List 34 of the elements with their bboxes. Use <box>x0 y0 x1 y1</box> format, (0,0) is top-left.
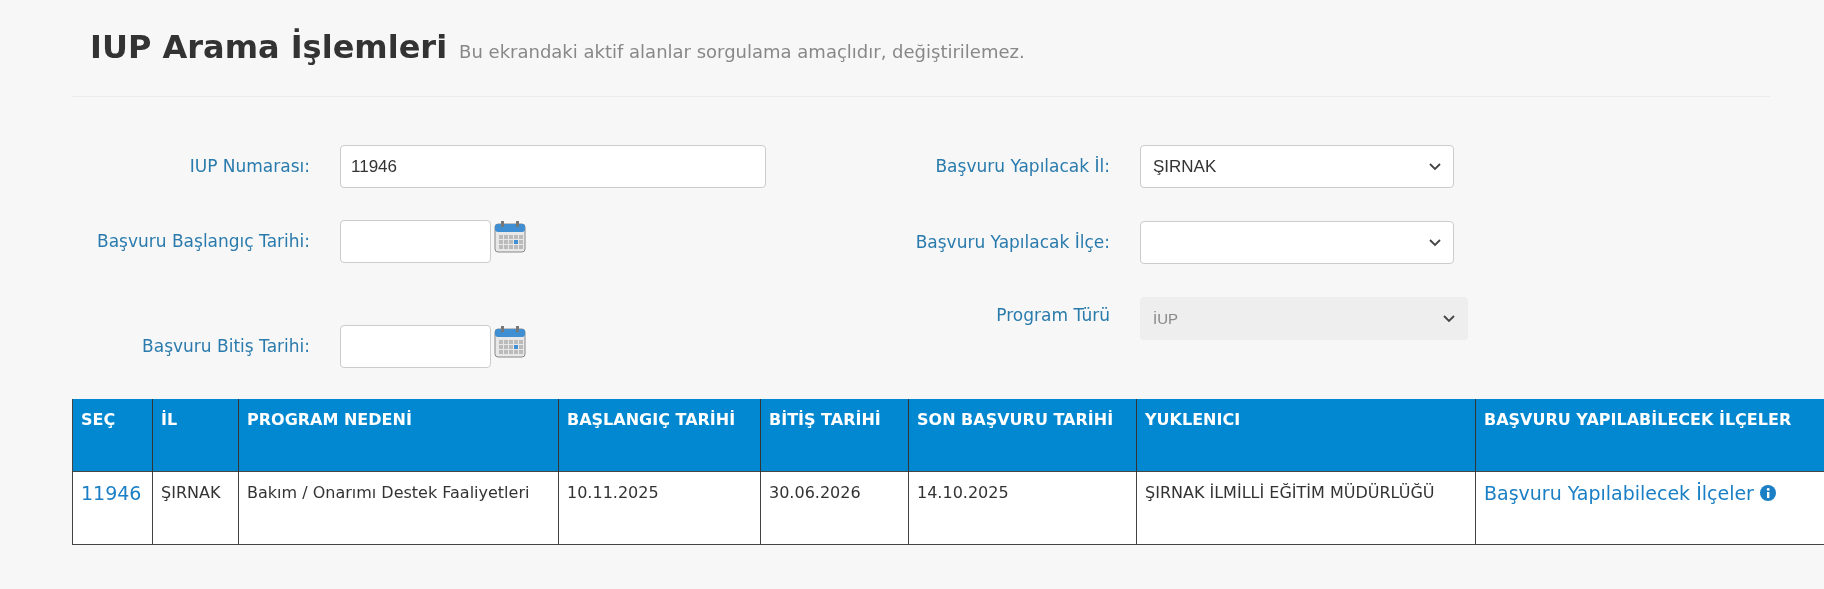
field-label: Başvuru Başlangıç Tarihi: <box>96 230 310 253</box>
page-title: IUP Arama İşlemleri <box>90 28 448 66</box>
column-header: BİTİŞ TARİHİ <box>760 399 909 472</box>
table-cell: 10.11.2025 <box>558 471 761 545</box>
field-label: IUP Numarası: <box>188 155 310 178</box>
calendar-icon[interactable] <box>493 325 527 359</box>
select-field[interactable]: ŞIRNAK <box>1140 145 1454 188</box>
select-field[interactable] <box>1140 221 1454 264</box>
chevron-icon <box>1429 238 1441 247</box>
column-header: BAŞLANGIÇ TARİHİ <box>558 399 761 472</box>
table-cell: ŞIRNAK İLMİLLİ EĞİTİM MÜDÜRLÜĞÜ <box>1136 471 1476 545</box>
field-label: Başvuru Yapılacak İlçe: <box>914 231 1110 254</box>
info-icon <box>1759 485 1776 501</box>
date-field[interactable] <box>340 325 491 368</box>
page-subtitle: Bu ekrandaki aktif alanlar sorgulama amaçlıdır, değiştirilemez. <box>459 41 1025 62</box>
field-label: Program Türü <box>995 304 1110 327</box>
table-cell: Bakım / Onarımı Destek Faaliyetleri <box>238 471 559 545</box>
column-header: YUKLENICI <box>1136 399 1476 472</box>
table-cell: 30.06.2026 <box>760 471 909 545</box>
column-header: SEÇ <box>72 399 153 472</box>
chevron-icon <box>1429 162 1441 171</box>
column-header: İL <box>152 399 239 472</box>
select-field: İUP <box>1140 297 1468 340</box>
date-field[interactable] <box>340 220 491 263</box>
column-header: SON BAŞVURU TARİHİ <box>908 399 1137 472</box>
text-field[interactable]: 11946 <box>340 145 766 188</box>
table-cell: ŞIRNAK <box>152 471 239 545</box>
column-header: BAŞVURU YAPILABİLECEK İLÇELER <box>1475 399 1824 472</box>
table-cell: 14.10.2025 <box>908 471 1137 545</box>
field-label: Başvuru Yapılacak İl: <box>934 155 1110 178</box>
column-header: PROGRAM NEDENİ <box>238 399 559 472</box>
calendar-icon[interactable] <box>493 220 527 254</box>
chevron-icon <box>1443 314 1455 323</box>
field-label: Başvuru Bitiş Tarihi: <box>141 335 310 358</box>
